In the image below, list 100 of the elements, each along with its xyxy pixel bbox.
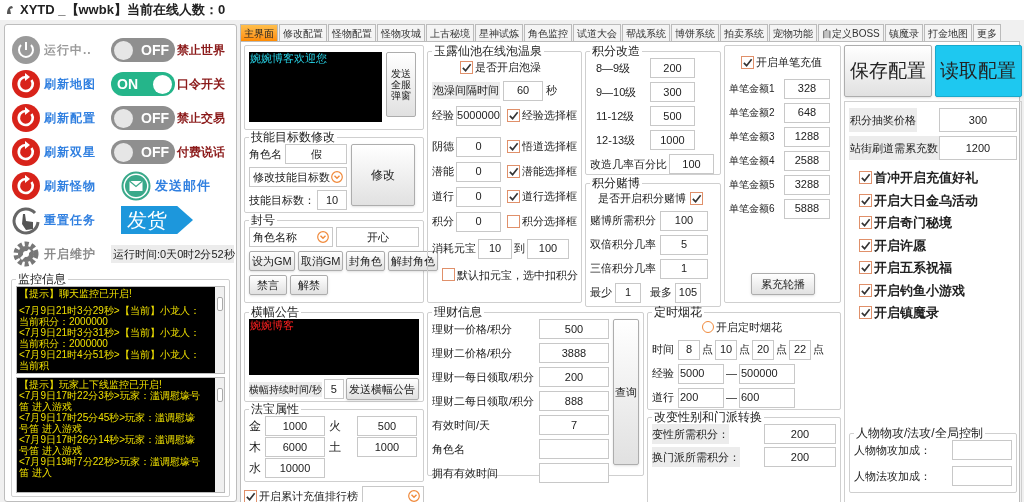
checkbox[interactable] — [859, 306, 872, 320]
text-field[interactable]: 648 — [784, 102, 830, 123]
action-link[interactable]: 刷新双星 — [44, 143, 96, 161]
tab[interactable]: 打金地图 — [923, 24, 972, 41]
text-field[interactable]: 3288 — [784, 174, 830, 195]
text-field[interactable] — [952, 466, 1012, 486]
text-field[interactable]: 假 — [285, 144, 347, 164]
text-field[interactable]: 500000 — [739, 363, 795, 384]
checkbox[interactable] — [741, 55, 754, 69]
text-field[interactable] — [539, 463, 609, 483]
text-field[interactable]: 5000 — [678, 363, 724, 384]
text-field[interactable]: 328 — [784, 78, 830, 99]
text-field[interactable]: 开心 — [336, 227, 419, 247]
tab[interactable]: 更多 — [972, 24, 1001, 41]
text-field[interactable]: 3888 — [539, 343, 609, 363]
text-field[interactable]: 6000 — [265, 437, 325, 457]
text-field[interactable]: 5 — [660, 234, 708, 255]
checkbox[interactable] — [244, 489, 257, 502]
tab[interactable]: 镇魔录 — [884, 24, 923, 41]
tab[interactable]: 星神试炼 — [475, 24, 523, 41]
text-field[interactable]: 1288 — [784, 126, 830, 147]
carousel-button[interactable]: 累充轮播 — [750, 273, 815, 295]
text-field[interactable]: 60 — [503, 80, 543, 101]
checkbox[interactable] — [460, 60, 473, 74]
query-button[interactable]: 查询 — [613, 319, 639, 465]
checkbox[interactable] — [859, 193, 872, 207]
action-button[interactable]: 禁言 — [249, 275, 287, 295]
tab[interactable]: 宠物功能 — [769, 24, 817, 41]
text-field[interactable]: 500 — [650, 106, 695, 126]
dropdown[interactable]: 角色名称 — [249, 227, 333, 247]
text-field[interactable]: 1000 — [650, 130, 695, 150]
tab[interactable]: 试道大会 — [573, 24, 621, 41]
text-field[interactable]: 10000 — [265, 458, 325, 478]
config-button[interactable]: 读取配置 — [934, 45, 1022, 97]
checkbox[interactable] — [859, 238, 872, 252]
checkbox[interactable] — [507, 215, 520, 228]
text-field[interactable]: 0 — [456, 186, 501, 207]
checkbox[interactable] — [690, 191, 703, 205]
action-link[interactable]: 刷新配置 — [44, 109, 96, 127]
modify-button[interactable]: 修改 — [351, 144, 415, 206]
action-link[interactable]: 刷新地图 — [44, 75, 96, 93]
checkbox[interactable] — [442, 268, 455, 282]
action-button[interactable]: 取消GM — [297, 251, 344, 271]
text-field[interactable]: 200 — [650, 58, 695, 78]
text-field[interactable]: 5 — [323, 379, 344, 399]
action-button[interactable]: 解禁 — [290, 275, 328, 295]
text-field[interactable]: 0 — [456, 136, 501, 157]
tab[interactable]: 上古秘境 — [426, 24, 474, 41]
tab[interactable]: 博饼系统 — [671, 24, 719, 41]
text-field[interactable]: 1200 — [939, 136, 1017, 160]
tab[interactable]: 修改配置 — [279, 24, 327, 41]
text-field[interactable]: 1000 — [265, 416, 325, 436]
dropdown[interactable]: 修改技能目标数 — [249, 167, 347, 187]
text-field[interactable]: 300 — [939, 108, 1017, 132]
tab[interactable]: 自定义BOSS — [818, 24, 884, 41]
tab[interactable]: 帮战系统 — [622, 24, 670, 41]
checkbox[interactable] — [859, 283, 872, 297]
text-field[interactable]: 200 — [764, 447, 836, 467]
checkbox[interactable] — [507, 190, 520, 203]
tab[interactable]: 怪物攻城 — [377, 24, 425, 41]
text-field[interactable]: 1000 — [357, 437, 417, 457]
text-field[interactable]: 5888 — [784, 198, 830, 219]
text-field[interactable] — [952, 440, 1012, 460]
text-field[interactable]: 0 — [456, 161, 501, 182]
checkbox[interactable] — [859, 261, 872, 275]
text-field[interactable]: 600 — [739, 387, 795, 408]
text-field[interactable]: 500 — [357, 416, 417, 436]
send-banner-button[interactable]: 发送横幅公告 — [345, 378, 419, 400]
text-field[interactable]: 1 — [660, 258, 708, 279]
text-field[interactable] — [539, 439, 609, 459]
action-link[interactable]: 刷新怪物 — [44, 177, 96, 195]
text-field[interactable]: 500 — [539, 319, 609, 339]
text-field[interactable]: 2588 — [784, 150, 830, 171]
action-button[interactable]: 设为GM — [249, 251, 295, 271]
text-field[interactable]: 888 — [539, 391, 609, 411]
checkbox[interactable] — [507, 109, 520, 122]
text-field[interactable]: 1 — [615, 282, 641, 303]
text-field[interactable]: 200 — [678, 387, 724, 408]
text-field[interactable]: 105 — [675, 282, 701, 303]
checkbox[interactable] — [507, 140, 520, 153]
scrollbar[interactable] — [215, 287, 224, 373]
text-field[interactable]: 10 — [317, 190, 347, 210]
text-field[interactable]: 100 — [660, 210, 708, 231]
broadcast-button[interactable]: 发送全服弹窗 — [386, 52, 416, 117]
text-field[interactable]: 100 — [527, 238, 569, 259]
text-field[interactable]: 200 — [539, 367, 609, 387]
text-field[interactable]: 10 — [715, 339, 737, 360]
text-field[interactable]: 200 — [764, 424, 836, 444]
checkbox[interactable] — [507, 165, 520, 178]
tab[interactable]: 拍卖系统 — [720, 24, 768, 41]
text-field[interactable]: 20 — [752, 339, 774, 360]
config-button[interactable]: 保存配置 — [844, 45, 932, 97]
tab[interactable]: 角色监控 — [524, 24, 572, 41]
text-field[interactable]: 0 — [456, 211, 501, 232]
text-field[interactable]: 7 — [539, 415, 609, 435]
radio-button[interactable] — [702, 321, 714, 334]
tab[interactable]: 主界面 — [240, 24, 278, 41]
tab[interactable]: 怪物配置 — [328, 24, 376, 41]
text-field[interactable]: 100 — [669, 154, 714, 174]
text-field[interactable]: 5000000 — [456, 105, 501, 126]
